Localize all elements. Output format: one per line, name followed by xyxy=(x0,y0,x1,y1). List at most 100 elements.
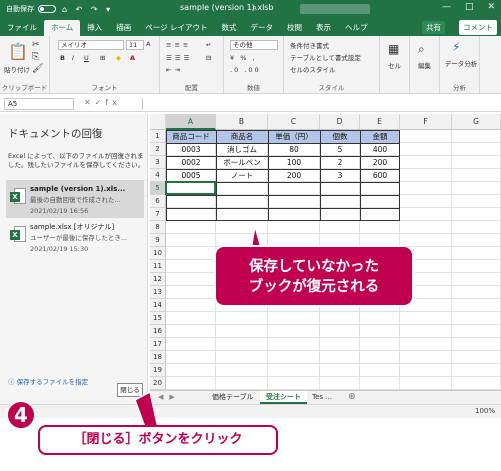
link-label[interactable]: 保存するファイルを指定 xyxy=(17,378,89,386)
italic-icon[interactable]: I xyxy=(72,54,74,62)
row-header-20[interactable]: 20 xyxy=(150,377,166,390)
row-header-17[interactable]: 17 xyxy=(150,338,166,351)
clipboard-label: クリップボード xyxy=(1,84,48,92)
tab-file[interactable]: ファイル xyxy=(0,20,44,36)
tab-review[interactable]: 校閲 xyxy=(280,20,309,36)
column-header-e[interactable]: E xyxy=(360,114,400,130)
row-header-2[interactable]: 2 xyxy=(150,143,166,156)
data-analysis-button[interactable]: データ分析 xyxy=(444,58,478,68)
font-color-icon[interactable]: A xyxy=(130,54,135,62)
callout-line-2: ブックが復元される xyxy=(248,279,380,295)
row-header-18[interactable]: 18 xyxy=(150,351,166,364)
search-icon[interactable]: ⌕ xyxy=(252,3,257,13)
decimal-icons[interactable]: .0 .00 xyxy=(230,66,261,74)
format-as-table-button[interactable]: テーブルとして書式設定 xyxy=(290,52,361,62)
row-header-12[interactable]: 12 xyxy=(150,273,166,286)
fill-color-icon[interactable]: ◆ xyxy=(116,54,121,62)
autosave-toggle[interactable] xyxy=(38,5,56,13)
row-header-8[interactable]: 8 xyxy=(150,221,166,234)
select-all-corner[interactable] xyxy=(150,114,166,130)
recovered-file-item[interactable]: X sample (version 1).xls... 最後の自動回復で作成され… xyxy=(6,180,144,218)
format-painter-icon[interactable]: 🖌 xyxy=(32,64,43,74)
copy-icon[interactable]: ⎘ xyxy=(32,52,39,62)
tab-formulas[interactable]: 数式 xyxy=(215,20,244,36)
row-header-14[interactable]: 14 xyxy=(150,299,166,312)
which-file-to-save-link[interactable]: ⓘ 保存するファイルを指定 xyxy=(8,376,88,386)
wrap-text-icon[interactable]: ↵ xyxy=(206,41,211,49)
paste-icon[interactable]: 📋 xyxy=(8,42,28,61)
row-header-15[interactable]: 15 xyxy=(150,312,166,325)
column-header-b[interactable]: B xyxy=(216,114,268,130)
paste-button[interactable]: 貼り付け xyxy=(4,64,30,74)
row-header-4[interactable]: 4 xyxy=(150,169,166,182)
row-header-3[interactable]: 3 xyxy=(150,156,166,169)
share-button[interactable]: 共有 xyxy=(422,21,445,34)
minimize-button[interactable]: — xyxy=(442,2,451,12)
tab-help[interactable]: ヘルプ xyxy=(338,20,375,36)
pane-close-button[interactable]: 閉じる xyxy=(117,383,143,397)
search-icon[interactable]: ⌕ xyxy=(418,42,425,57)
tab-data[interactable]: データ xyxy=(244,20,281,36)
add-sheet-icon[interactable]: ⊕ xyxy=(342,391,362,404)
editing-button[interactable]: 編集 xyxy=(418,60,431,70)
fx-icon[interactable]: fx xyxy=(105,98,121,107)
row-header-7[interactable]: 7 xyxy=(150,208,166,221)
row-header-5[interactable]: 5 xyxy=(150,182,166,195)
tab-home[interactable]: ホーム xyxy=(44,20,81,36)
number-format-select[interactable]: その他 xyxy=(230,40,278,50)
cells-button[interactable]: セル xyxy=(388,60,401,70)
original-file-item[interactable]: X sample.xlsx [オリジナル] ユーザーが最後に保存したとき... … xyxy=(6,218,144,256)
cut-icon[interactable]: ✂ xyxy=(32,40,40,50)
horizontal-align-icons[interactable]: ☰☰☰ xyxy=(166,54,192,62)
row-header-13[interactable]: 13 xyxy=(150,286,166,299)
data-analysis-icon[interactable]: ⚡ xyxy=(452,40,460,54)
column-header-c[interactable]: C xyxy=(268,114,320,130)
row-header-19[interactable]: 19 xyxy=(150,364,166,377)
active-cell[interactable] xyxy=(165,181,216,195)
row-header-10[interactable]: 10 xyxy=(150,247,166,260)
comment-button[interactable]: コメント xyxy=(459,20,497,35)
row-header-16[interactable]: 16 xyxy=(150,325,166,338)
font-name-select[interactable]: メイリオ xyxy=(58,40,124,50)
row-header-9[interactable]: 9 xyxy=(150,234,166,247)
cells-icon[interactable]: ▦ xyxy=(388,42,399,56)
tab-insert[interactable]: 挿入 xyxy=(80,20,109,36)
grow-font-icon[interactable]: A xyxy=(146,40,150,48)
row-header-1[interactable]: 1 xyxy=(150,130,166,143)
currency-percent-icons[interactable]: ¥ % , xyxy=(230,54,257,62)
column-header-a[interactable]: A xyxy=(166,114,216,130)
indent-icons[interactable]: ⇤⇥ xyxy=(166,66,183,74)
style-label: スタイル xyxy=(318,84,345,92)
quick-access-icons[interactable]: ⌂ ↶ ↷ ▾ xyxy=(62,5,113,14)
step-number-badge: 4 xyxy=(6,400,36,430)
name-box[interactable]: A5 xyxy=(4,98,74,110)
column-header-d[interactable]: D xyxy=(320,114,360,130)
sheet-tab-price-table[interactable]: 価格テーブル xyxy=(206,391,260,404)
tab-draw[interactable]: 描画 xyxy=(109,20,138,36)
maximize-button[interactable]: □ xyxy=(465,2,474,12)
formula-input[interactable] xyxy=(142,98,497,110)
file-description: ユーザーが最後に保存したとき... xyxy=(30,234,128,242)
column-header-f[interactable]: F xyxy=(400,114,452,130)
row-header-6[interactable]: 6 xyxy=(150,195,166,208)
zoom-level[interactable]: 100% xyxy=(475,407,495,415)
column-header-g[interactable]: G xyxy=(452,114,501,130)
tab-page-layout[interactable]: ページ レイアウト xyxy=(138,20,214,36)
cell-styles-button[interactable]: セルのスタイル xyxy=(290,64,336,74)
merge-icon[interactable]: ⊟ xyxy=(206,54,211,62)
row-header-11[interactable]: 11 xyxy=(150,260,166,273)
formula-icons[interactable]: ✕✓fx xyxy=(84,98,121,107)
close-window-button[interactable]: ✕ xyxy=(487,2,495,12)
user-account[interactable] xyxy=(300,4,370,14)
vertical-align-icons[interactable]: ≡≡≡ xyxy=(166,41,191,49)
font-size-select[interactable]: 11 xyxy=(126,40,144,50)
border-icon[interactable]: ⊞ xyxy=(100,54,105,62)
conditional-format-button[interactable]: 条件付き書式 xyxy=(290,40,329,50)
tab-view[interactable]: 表示 xyxy=(309,20,338,36)
title-bar: 自動保存 ⌂ ↶ ↷ ▾ sample (version 1).xlsb ⌕ —… xyxy=(0,0,501,18)
bold-icon[interactable]: B xyxy=(60,54,65,62)
underline-icon[interactable]: U xyxy=(84,54,89,62)
sheet-nav-arrows[interactable]: ◀▶ xyxy=(158,393,181,401)
sheet-tab-order-sheet[interactable]: 受注シート xyxy=(260,391,307,404)
sheet-tab-test[interactable]: Tes ... xyxy=(306,391,338,404)
